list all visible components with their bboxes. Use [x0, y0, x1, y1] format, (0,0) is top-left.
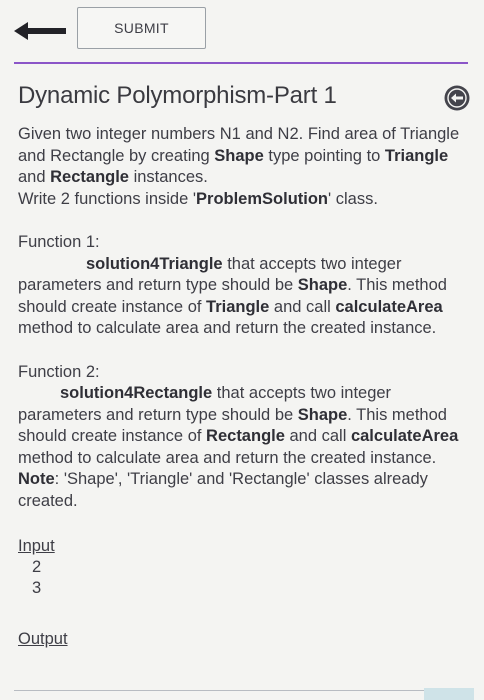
problem-title: Dynamic Polymorphism-Part 1	[18, 82, 337, 109]
header-divider	[14, 62, 468, 64]
problem-intro: Given two integer numbers N1 and N2. Fin…	[18, 125, 460, 186]
top-toolbar: SUBMIT	[0, 0, 484, 62]
function2-heading: Function 2:	[18, 362, 100, 381]
note: Note: 'Shape', 'Triangle' and 'Rectangle…	[18, 470, 428, 510]
input-value: 3	[32, 579, 42, 597]
problem-content: Dynamic Polymorphism-Part 1 Given two in…	[18, 80, 474, 650]
output-box-border	[14, 690, 424, 691]
arrow-left-icon	[14, 22, 66, 40]
function2-description: solution4Rectangle that accepts two inte…	[18, 384, 459, 467]
function1-heading: Function 1:	[18, 233, 100, 251]
function1-description: solution4Triangle that accepts two integ…	[18, 254, 447, 338]
problem-write-instruction: Write 2 functions inside 'ProblemSolutio…	[18, 189, 378, 208]
output-box-corner	[424, 688, 474, 700]
output-label: Output	[18, 630, 68, 648]
input-value: 2	[32, 558, 42, 576]
submit-button[interactable]: SUBMIT	[77, 7, 206, 49]
back-button[interactable]	[12, 18, 68, 44]
input-label: Input	[18, 537, 55, 555]
